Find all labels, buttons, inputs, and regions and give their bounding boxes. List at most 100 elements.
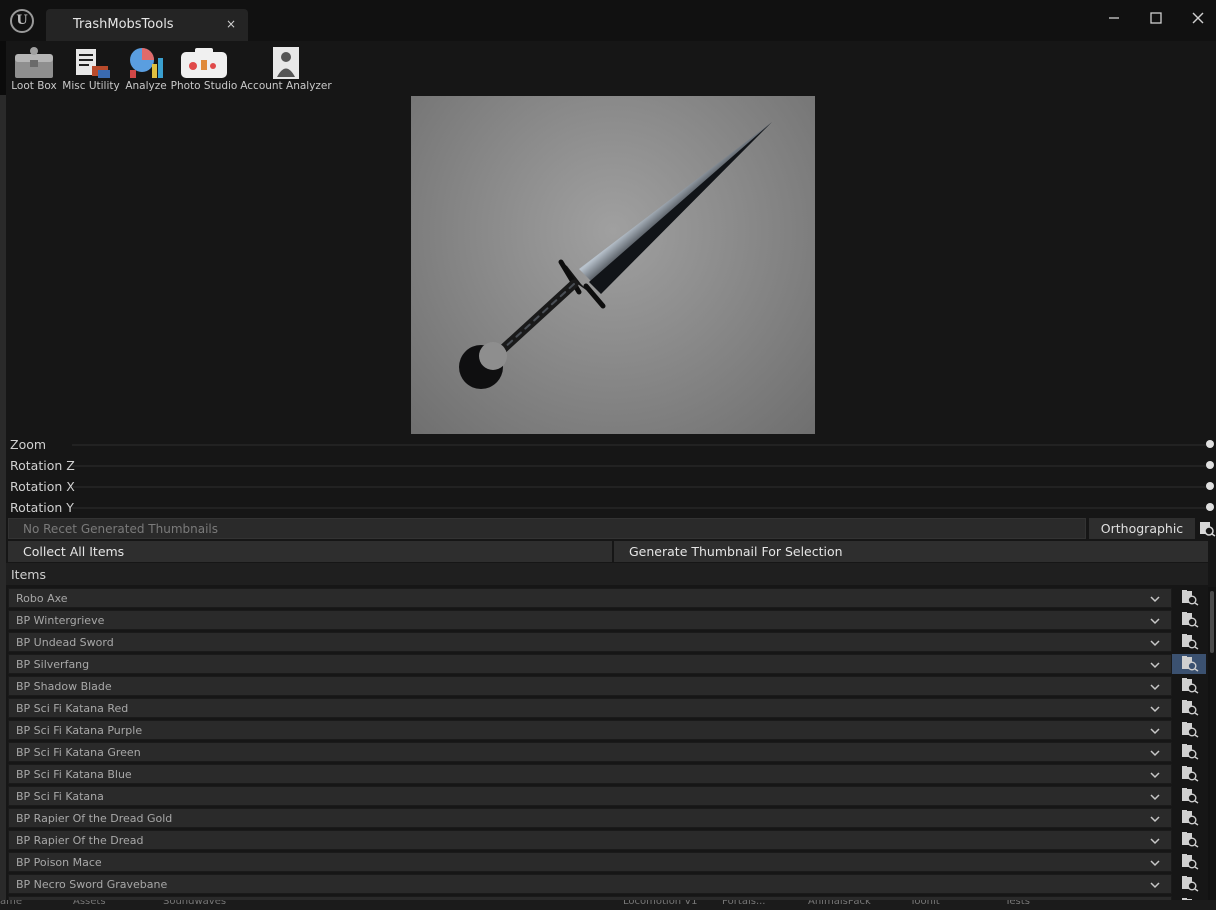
generate-thumbnail-button[interactable]: Generate Thumbnail For Selection (614, 541, 1208, 562)
browse-asset-button[interactable] (1172, 764, 1206, 784)
toolbar-photo-studio[interactable]: Photo Studio (170, 44, 238, 94)
close-button[interactable] (1186, 10, 1210, 30)
browse-asset-button[interactable] (1172, 808, 1206, 828)
thumbnails-status-text: No Recet Generated Thumbnails (23, 522, 219, 536)
browse-asset-button[interactable] (1172, 742, 1206, 762)
browse-asset-button[interactable] (1172, 698, 1206, 718)
folder-search-icon (1182, 788, 1199, 804)
orthographic-button[interactable]: Orthographic (1089, 518, 1195, 539)
item-asset-combo[interactable]: BP Poison Mace (8, 852, 1172, 872)
background-tab-label: Locomotion V1 (623, 900, 698, 907)
slider-track[interactable] (72, 507, 1210, 509)
item-asset-combo[interactable]: BP Shadow Blade (8, 676, 1172, 696)
browse-asset-button[interactable] (1172, 632, 1206, 652)
loot-box-icon (15, 47, 53, 78)
item-label: Robo Axe (16, 592, 68, 605)
chevron-down-icon (1150, 618, 1160, 625)
items-section-title: Items (11, 567, 46, 582)
browse-asset-button[interactable] (1172, 654, 1206, 674)
folder-search-icon (1182, 612, 1199, 628)
folder-search-icon (1182, 832, 1199, 848)
minimize-button[interactable] (1102, 10, 1126, 30)
list-item: BP Sci Fi Katana Purple (6, 719, 1208, 741)
slider-track[interactable] (72, 444, 1210, 446)
browse-asset-button[interactable] (1172, 874, 1206, 894)
slider-handle[interactable] (1206, 482, 1214, 490)
close-icon (1192, 12, 1204, 24)
minimize-icon (1109, 17, 1119, 19)
item-asset-combo[interactable]: BP Sci Fi Katana Green (8, 742, 1172, 762)
tab-trashmobstools[interactable]: TrashMobsTools × (46, 9, 248, 41)
browse-asset-button[interactable] (1172, 676, 1206, 696)
item-asset-combo[interactable]: BP Sci Fi Katana (8, 786, 1172, 806)
item-asset-combo[interactable]: BP Undead Sword (8, 632, 1172, 652)
chevron-down-icon (1150, 772, 1160, 779)
item-asset-combo[interactable]: BP Necro Sword Gravebane (8, 874, 1172, 894)
slider-zoom[interactable]: Zoom (6, 434, 1216, 455)
item-asset-combo[interactable]: BP Rapier Of the Dread Gold (8, 808, 1172, 828)
maximize-button[interactable] (1144, 10, 1168, 30)
chevron-down-icon (1150, 816, 1160, 823)
slider-rotation-x[interactable]: Rotation X (6, 476, 1216, 497)
browse-asset-button[interactable] (1172, 786, 1206, 806)
list-item: BP Rapier Of the Dread Gold (6, 807, 1208, 829)
item-asset-combo[interactable]: BP Sci Fi Katana Blue (8, 764, 1172, 784)
items-section-header[interactable]: Items (6, 563, 1208, 585)
list-item: BP Sci Fi Katana Blue (6, 763, 1208, 785)
slider-track[interactable] (72, 486, 1210, 488)
background-tab-label: Portals... (722, 900, 766, 907)
item-label: BP Poison Mace (16, 856, 102, 869)
item-label: BP Rapier Of the Dread Gold (16, 812, 173, 825)
chevron-down-icon (1150, 860, 1160, 867)
browse-asset-button[interactable] (1172, 830, 1206, 850)
list-item: Robo Axe (6, 587, 1208, 609)
chevron-down-icon (1150, 596, 1160, 603)
sword-icon (459, 122, 772, 389)
scrollbar-thumb[interactable] (1210, 591, 1214, 653)
toolbar-label: Loot Box (11, 80, 57, 92)
item-asset-combo[interactable]: BP Silverfang (8, 654, 1172, 674)
item-asset-combo[interactable]: BP Wintergrieve (8, 610, 1172, 630)
item-asset-combo[interactable]: BP Rapier Of the Dread (8, 830, 1172, 850)
item-label: BP Sci Fi Katana (16, 790, 104, 803)
collect-all-items-button[interactable]: Collect All Items (8, 541, 612, 562)
slider-label: Rotation X (10, 479, 75, 494)
list-item: BP Undead Sword (6, 631, 1208, 653)
tab-close-icon[interactable]: × (226, 17, 236, 31)
list-item: BP Sci Fi Katana (6, 785, 1208, 807)
browse-asset-button[interactable] (1172, 720, 1206, 740)
slider-handle[interactable] (1206, 461, 1214, 469)
folder-search-icon (1182, 700, 1199, 716)
slider-track[interactable] (72, 465, 1210, 467)
toolbar-misc-utility[interactable]: Misc Utility (60, 44, 122, 94)
toolbar-loot-box[interactable]: Loot Box (10, 44, 58, 94)
toolbar: Loot Box Misc Utility Analyze Photo Stud… (6, 41, 1216, 95)
folder-search-icon (1182, 678, 1199, 694)
slider-rotation-z[interactable]: Rotation Z (6, 455, 1216, 476)
background-tab-label: Tests (1005, 900, 1030, 907)
slider-handle[interactable] (1206, 440, 1214, 448)
browse-asset-button[interactable] (1172, 610, 1206, 630)
slider-rotation-y[interactable]: Rotation Y (6, 497, 1216, 518)
chevron-down-icon (1150, 662, 1160, 669)
item-asset-combo[interactable]: Robo Axe (8, 588, 1172, 608)
item-asset-combo[interactable]: BP Sci Fi Katana Red (8, 698, 1172, 718)
browse-asset-button[interactable] (1172, 588, 1206, 608)
title-bar: U TrashMobsTools × (0, 0, 1216, 41)
item-asset-combo[interactable]: BP Sci Fi Katana Purple (8, 720, 1172, 740)
background-editor-tabs: ame Assets Soundwaves Locomotion V1 Portals.… (0, 900, 1216, 910)
toolbar-account-analyzer[interactable]: Account Analyzer (240, 44, 332, 94)
background-tab-label: Assets (73, 900, 106, 907)
slider-handle[interactable] (1206, 503, 1214, 511)
chevron-down-icon (1150, 728, 1160, 735)
thumbnail-viewport[interactable] (411, 96, 815, 434)
list-item: BP Rapier Of the Dread (6, 829, 1208, 851)
browse-asset-button[interactable] (1172, 852, 1206, 872)
folder-search-icon (1182, 876, 1199, 892)
items-scrollbar[interactable] (1208, 587, 1216, 900)
misc-utility-icon (76, 49, 110, 78)
chevron-down-icon (1150, 750, 1160, 757)
toolbar-analyze[interactable]: Analyze (124, 44, 168, 94)
folder-search-icon[interactable] (1199, 520, 1216, 537)
toolbar-label: Analyze (125, 80, 167, 92)
